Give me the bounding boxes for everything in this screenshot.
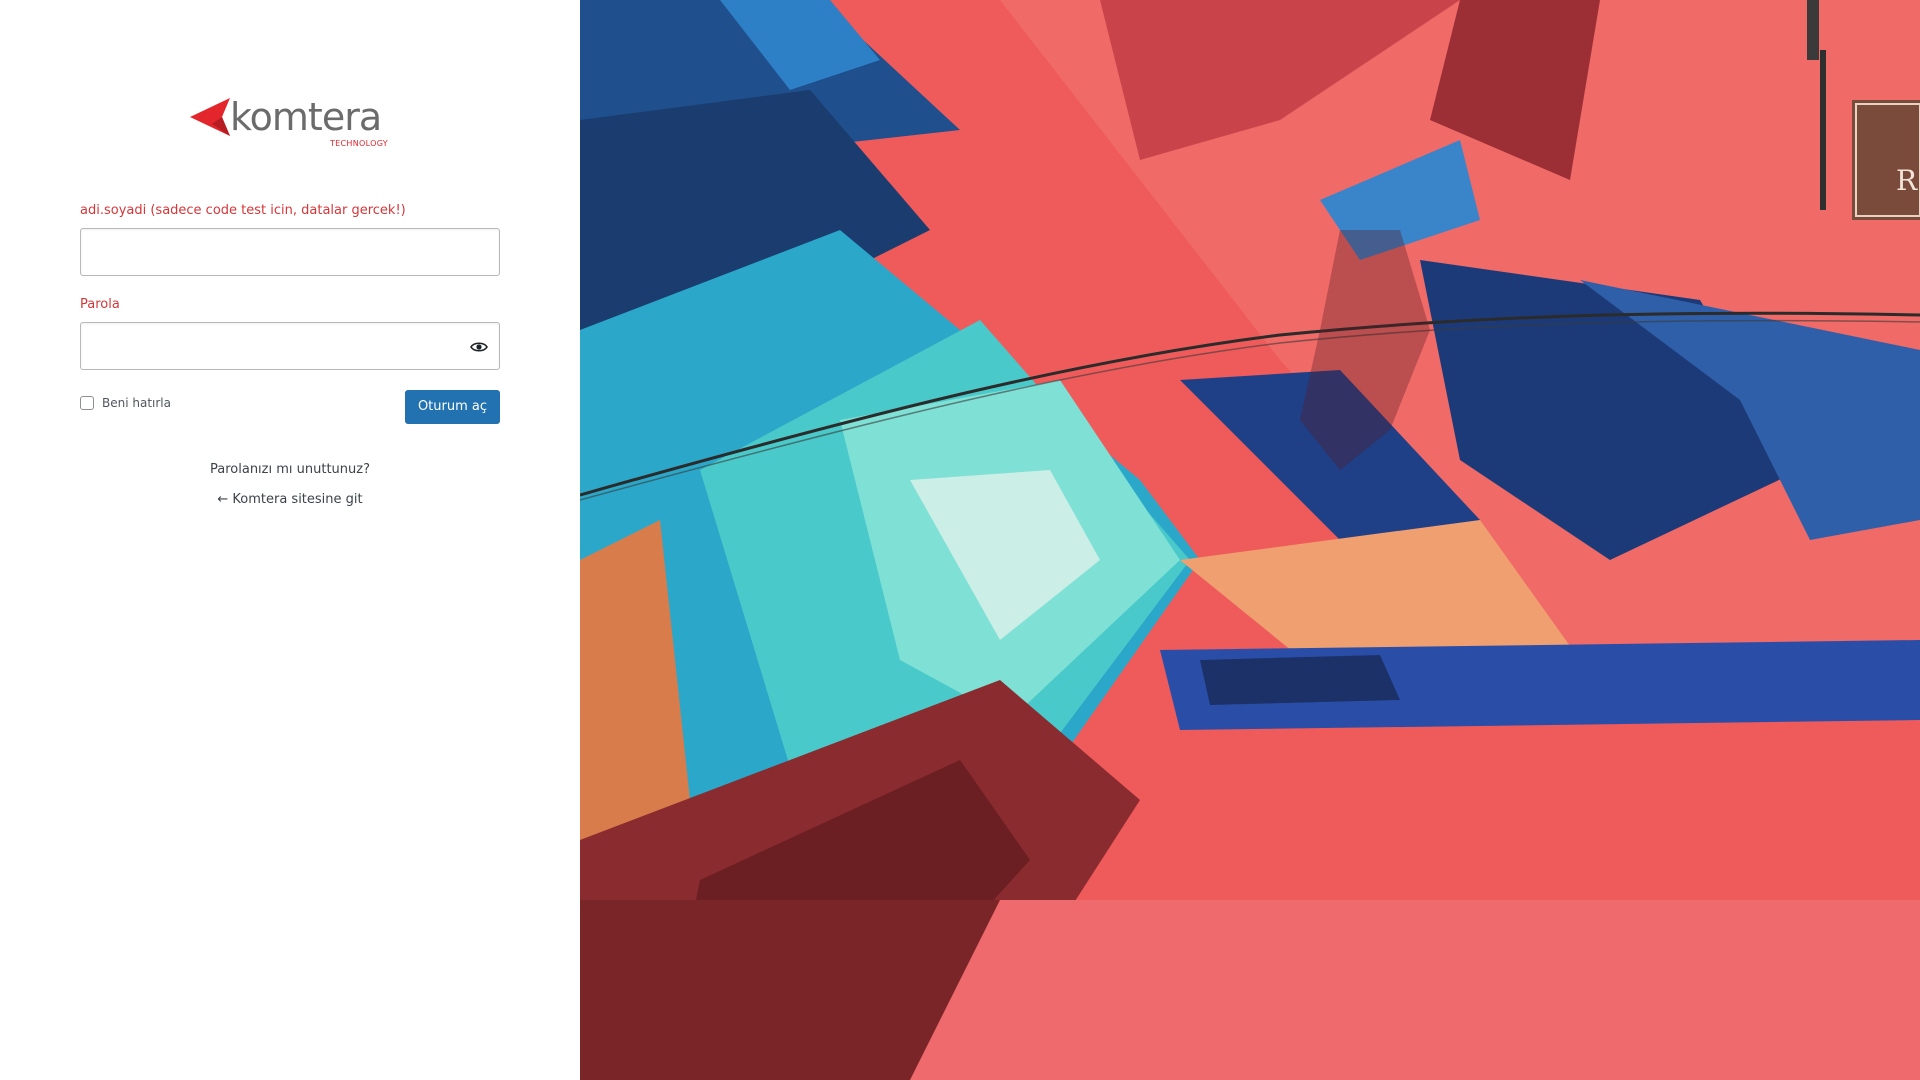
eye-icon: [470, 342, 488, 352]
password-field-wrapper: [80, 322, 500, 370]
sign-letter: R: [1896, 164, 1918, 197]
show-password-button[interactable]: [465, 333, 493, 361]
username-input[interactable]: [81, 229, 499, 275]
logo-tagline: TECHNOLOGY: [330, 139, 388, 148]
komtera-logo[interactable]: komtera TECHNOLOGY: [188, 96, 408, 156]
password-label: Parola: [80, 297, 120, 312]
login-links: Parolanızı mı unuttunuz? ← Komtera sites…: [80, 455, 500, 515]
remember-label: Beni hatırla: [102, 396, 171, 410]
login-form: adi.soyadi (sadece code test icin, datal…: [80, 200, 500, 424]
remember-checkbox[interactable]: [80, 396, 94, 410]
login-page: komtera TECHNOLOGY adi.soyadi (sadece co…: [0, 0, 1920, 1080]
login-panel: komtera TECHNOLOGY adi.soyadi (sadece co…: [0, 0, 580, 1080]
logo-arrow-icon: [190, 98, 230, 136]
username-field-wrapper: [80, 228, 500, 276]
background-image: R: [580, 0, 1920, 1080]
graffiti-artwork: R: [580, 0, 1920, 1080]
remember-me[interactable]: Beni hatırla: [80, 396, 171, 410]
logo-wordmark: komtera: [230, 95, 382, 139]
login-button[interactable]: Oturum aç: [404, 390, 500, 424]
password-input[interactable]: [81, 323, 499, 369]
form-actions: Beni hatırla Oturum aç: [80, 390, 500, 424]
back-to-site-link[interactable]: ← Komtera sitesine git: [80, 485, 500, 515]
forgot-password-link[interactable]: Parolanızı mı unuttunuz?: [80, 455, 500, 485]
username-label: adi.soyadi (sadece code test icin, datal…: [80, 203, 406, 218]
